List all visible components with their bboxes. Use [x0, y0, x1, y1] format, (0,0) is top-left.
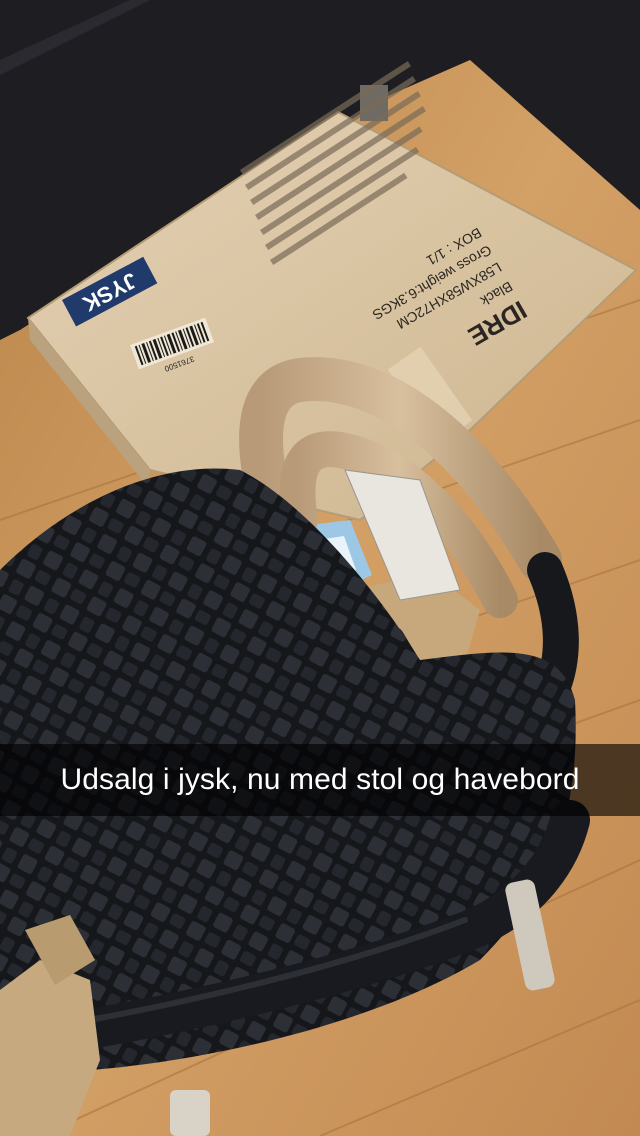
snap-photo: 3761500 JYSK IDRE Black L58XW58XH72CM Gr… — [0, 0, 640, 1136]
photo-scene: 3761500 JYSK IDRE Black L58XW58XH72CM Gr… — [0, 0, 640, 1136]
caption-bar: Udsalg i jysk, nu med stol og havebord — [0, 744, 640, 816]
caption-text: Udsalg i jysk, nu med stol og havebord — [60, 763, 580, 796]
